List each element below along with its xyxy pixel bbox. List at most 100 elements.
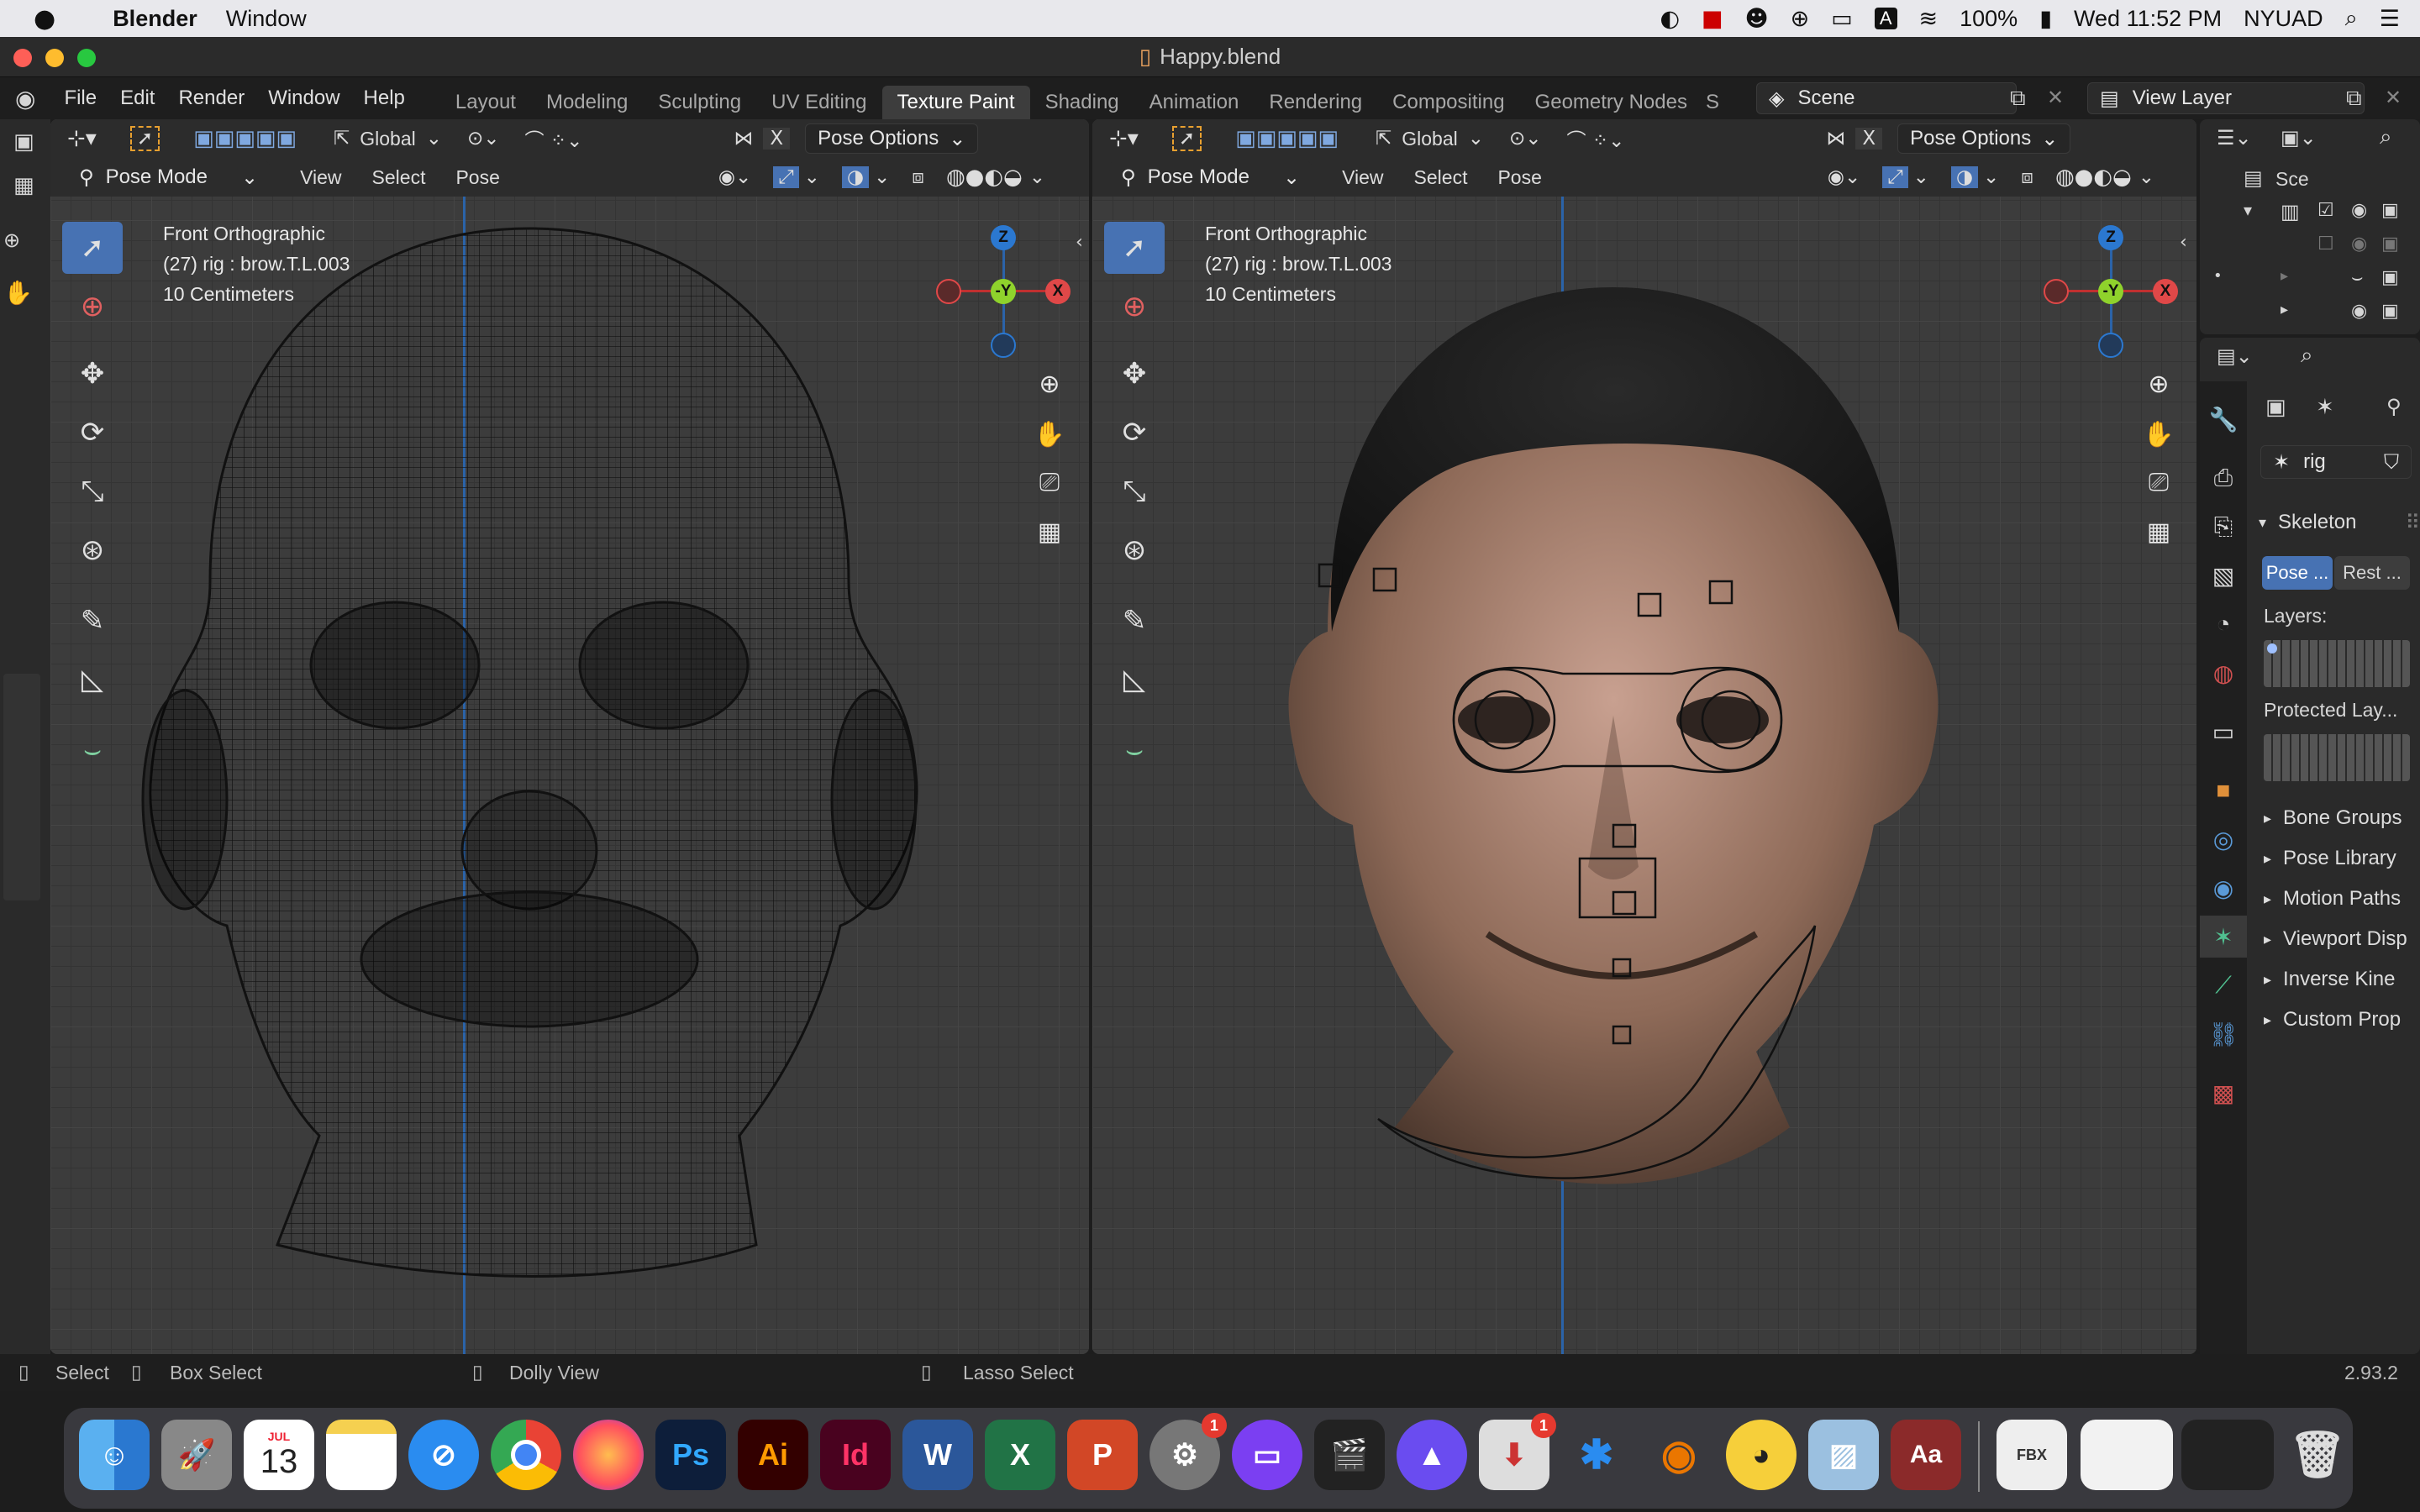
motion-paths-panel[interactable]: ▸ Motion Paths bbox=[2264, 887, 2401, 911]
menu-pose[interactable]: Pose bbox=[455, 166, 499, 189]
tab-modeling[interactable]: Modeling bbox=[531, 86, 643, 119]
screenshot-thumbnail-icon[interactable] bbox=[2081, 1420, 2173, 1490]
protected-layers-grid[interactable] bbox=[2264, 734, 2410, 781]
pose-library-panel[interactable]: ▸ Pose Library bbox=[2264, 847, 2396, 870]
xray-toggle-icon[interactable]: ⧈ bbox=[2021, 166, 2033, 188]
visibility-icon[interactable]: ◉⌄ bbox=[718, 166, 751, 188]
x-mirror-toggle[interactable]: X bbox=[763, 128, 791, 150]
chevron-down-icon[interactable]: ⌄ bbox=[2139, 166, 2154, 188]
tab-sculpting[interactable]: Sculpting bbox=[643, 86, 756, 119]
expand-arrow-icon[interactable]: ▸ bbox=[2281, 267, 2288, 285]
xray-toggle-icon[interactable]: ⧈ bbox=[912, 166, 924, 188]
cursor-tool[interactable]: ⊕ bbox=[1104, 281, 1165, 333]
menu-render[interactable]: Render bbox=[178, 87, 245, 110]
camera-render-icon[interactable]: ▣ bbox=[2381, 301, 2399, 322]
tool-tab-icon[interactable]: 🔧 bbox=[2200, 398, 2247, 440]
inverse-kinematics-panel[interactable]: ▸ Inverse Kine bbox=[2264, 968, 2395, 991]
system-preferences-icon[interactable]: ⚙ 1 bbox=[1150, 1413, 1227, 1490]
pivot-icon[interactable]: ⊙⌄ bbox=[467, 128, 500, 150]
add-icon[interactable]: ⊕ bbox=[3, 228, 20, 252]
chevron-down-icon[interactable]: ⌄ bbox=[1468, 128, 1484, 150]
camera-render-icon[interactable]: ▣ bbox=[2381, 267, 2399, 288]
menu-window[interactable]: Window bbox=[268, 87, 339, 110]
hidden-eye-icon[interactable]: ⌣ bbox=[2351, 267, 2363, 288]
gizmo-neg-z-axis[interactable] bbox=[991, 333, 1016, 358]
measure-tool[interactable]: ◺ bbox=[1104, 654, 1165, 706]
bear-icon[interactable]: ☻ bbox=[1745, 6, 1769, 32]
minimize-window-button[interactable] bbox=[45, 49, 64, 67]
camera-icon[interactable]: ⎚ bbox=[1028, 462, 1071, 504]
menu-select[interactable]: Select bbox=[372, 166, 426, 189]
firefox-icon[interactable] bbox=[573, 1420, 644, 1490]
scale-tool[interactable]: ⤡ bbox=[1104, 465, 1165, 517]
chrome-icon[interactable] bbox=[491, 1420, 561, 1490]
measure-tool[interactable]: ◺ bbox=[62, 654, 123, 706]
hand-icon[interactable]: ✋ bbox=[3, 279, 33, 307]
menu-edit[interactable]: Edit bbox=[120, 87, 155, 110]
zoom-window-button[interactable] bbox=[77, 49, 96, 67]
tab-uv-editing[interactable]: UV Editing bbox=[756, 86, 881, 119]
editor-type-icon[interactable]: ☰⌄ bbox=[2217, 126, 2252, 150]
object-name-field[interactable]: ✶ rig ⛉ bbox=[2260, 445, 2412, 479]
rotate-tool[interactable]: ⟳ bbox=[1104, 407, 1165, 459]
cursor-tool[interactable]: ⊕ bbox=[62, 281, 123, 333]
checkbox-icon[interactable]: ☑ bbox=[2317, 200, 2334, 221]
search-icon[interactable]: ⌕ bbox=[2380, 124, 2392, 150]
excel-icon[interactable]: X bbox=[985, 1420, 1055, 1490]
bone-constraint-tab-icon[interactable]: ⛓ bbox=[2200, 1013, 2247, 1055]
gizmo-x-axis[interactable]: X bbox=[1045, 279, 1071, 304]
screen-recorder-icon[interactable]: ▭ bbox=[1232, 1420, 1302, 1490]
menu-help[interactable]: Help bbox=[364, 87, 405, 110]
photoshop-icon[interactable]: Ps bbox=[655, 1420, 726, 1490]
tab-texture-paint[interactable]: Texture Paint bbox=[881, 86, 1030, 119]
new-view-layer-icon[interactable]: ⧉ bbox=[2346, 86, 2362, 112]
gizmo-neg-x-axis[interactable] bbox=[2044, 279, 2069, 304]
move-tool[interactable]: ✥ bbox=[1104, 348, 1165, 400]
gizmo-z-axis[interactable]: Z bbox=[991, 225, 1016, 250]
scroll-track[interactable] bbox=[3, 674, 40, 900]
chevron-down-icon[interactable]: ⌄ bbox=[426, 128, 442, 150]
view-layer-tab-icon[interactable]: ▧ bbox=[2200, 554, 2247, 596]
notes-icon[interactable] bbox=[326, 1420, 397, 1490]
mode-selector[interactable]: ⚲ Pose Mode ⌄ bbox=[1109, 161, 1313, 193]
snap-icon[interactable]: ⌒ ⁘⌄ bbox=[525, 124, 583, 153]
menu-select[interactable]: Select bbox=[1414, 166, 1468, 189]
pivot-icon[interactable]: ⊙⌄ bbox=[1509, 128, 1542, 150]
display-mode-icon[interactable]: ▣⌄ bbox=[2281, 126, 2317, 150]
transform-orientation-icon[interactable]: ⇱ bbox=[334, 128, 350, 150]
tab-scripting[interactable]: S bbox=[1702, 86, 1723, 119]
tab-geometry-nodes[interactable]: Geometry Nodes bbox=[1520, 86, 1702, 119]
collection-tab-icon[interactable]: ▭ bbox=[2200, 711, 2247, 753]
indesign-icon[interactable]: Id bbox=[820, 1420, 891, 1490]
input-source-icon[interactable]: A bbox=[1874, 8, 1897, 29]
expand-arrow-icon[interactable]: ▸ bbox=[2281, 301, 2288, 318]
collapse-arrow-icon[interactable]: ‹ bbox=[2180, 232, 2187, 253]
transform-orientation[interactable]: Global bbox=[360, 128, 415, 150]
trash-icon[interactable]: 🗑 bbox=[2282, 1420, 2353, 1490]
eye-icon[interactable]: ◉ bbox=[2351, 301, 2367, 322]
modifiers-tab-icon[interactable]: ◎ bbox=[2200, 818, 2247, 860]
select-mode-icon[interactable]: ➚ bbox=[1171, 126, 1202, 151]
annotate-tool[interactable]: ✎ bbox=[62, 595, 123, 647]
bone-groups-panel[interactable]: ▸ Bone Groups bbox=[2264, 806, 2402, 830]
gizmo-toggle-icon[interactable]: ⤢ bbox=[1882, 166, 1908, 188]
visibility-icon[interactable]: ◉⌄ bbox=[1828, 166, 1860, 188]
select-mode-icon[interactable]: ➚ bbox=[129, 126, 160, 151]
scene-tab-icon[interactable]: ◔ bbox=[2200, 603, 2247, 645]
menu-pose[interactable]: Pose bbox=[1497, 166, 1541, 189]
checkbox-empty-icon[interactable]: ☐ bbox=[2317, 234, 2334, 255]
dictionary-icon[interactable]: Aa bbox=[1891, 1420, 1961, 1490]
output-tab-icon[interactable]: ⎘ bbox=[2200, 506, 2247, 548]
menu-view[interactable]: View bbox=[1342, 166, 1383, 189]
transform-tool[interactable]: ⊛ bbox=[1104, 524, 1165, 576]
view-layer-selector[interactable]: ▤ View Layer bbox=[2087, 82, 2365, 114]
search-icon[interactable]: ⌕ bbox=[2301, 343, 2313, 369]
illustrator-icon[interactable]: Ai bbox=[738, 1420, 808, 1490]
gizmo-toggle-icon[interactable]: ⤢ bbox=[773, 166, 799, 188]
tab-layout[interactable]: Layout bbox=[440, 86, 531, 119]
close-window-button[interactable] bbox=[13, 49, 32, 67]
delete-scene-icon[interactable]: ✕ bbox=[2047, 86, 2064, 109]
pin-context-icon[interactable]: ▣ bbox=[2265, 395, 2286, 420]
mode-selector[interactable]: ⚲ Pose Mode ⌄ bbox=[67, 161, 271, 193]
finder-icon[interactable]: ☺ bbox=[79, 1420, 150, 1490]
